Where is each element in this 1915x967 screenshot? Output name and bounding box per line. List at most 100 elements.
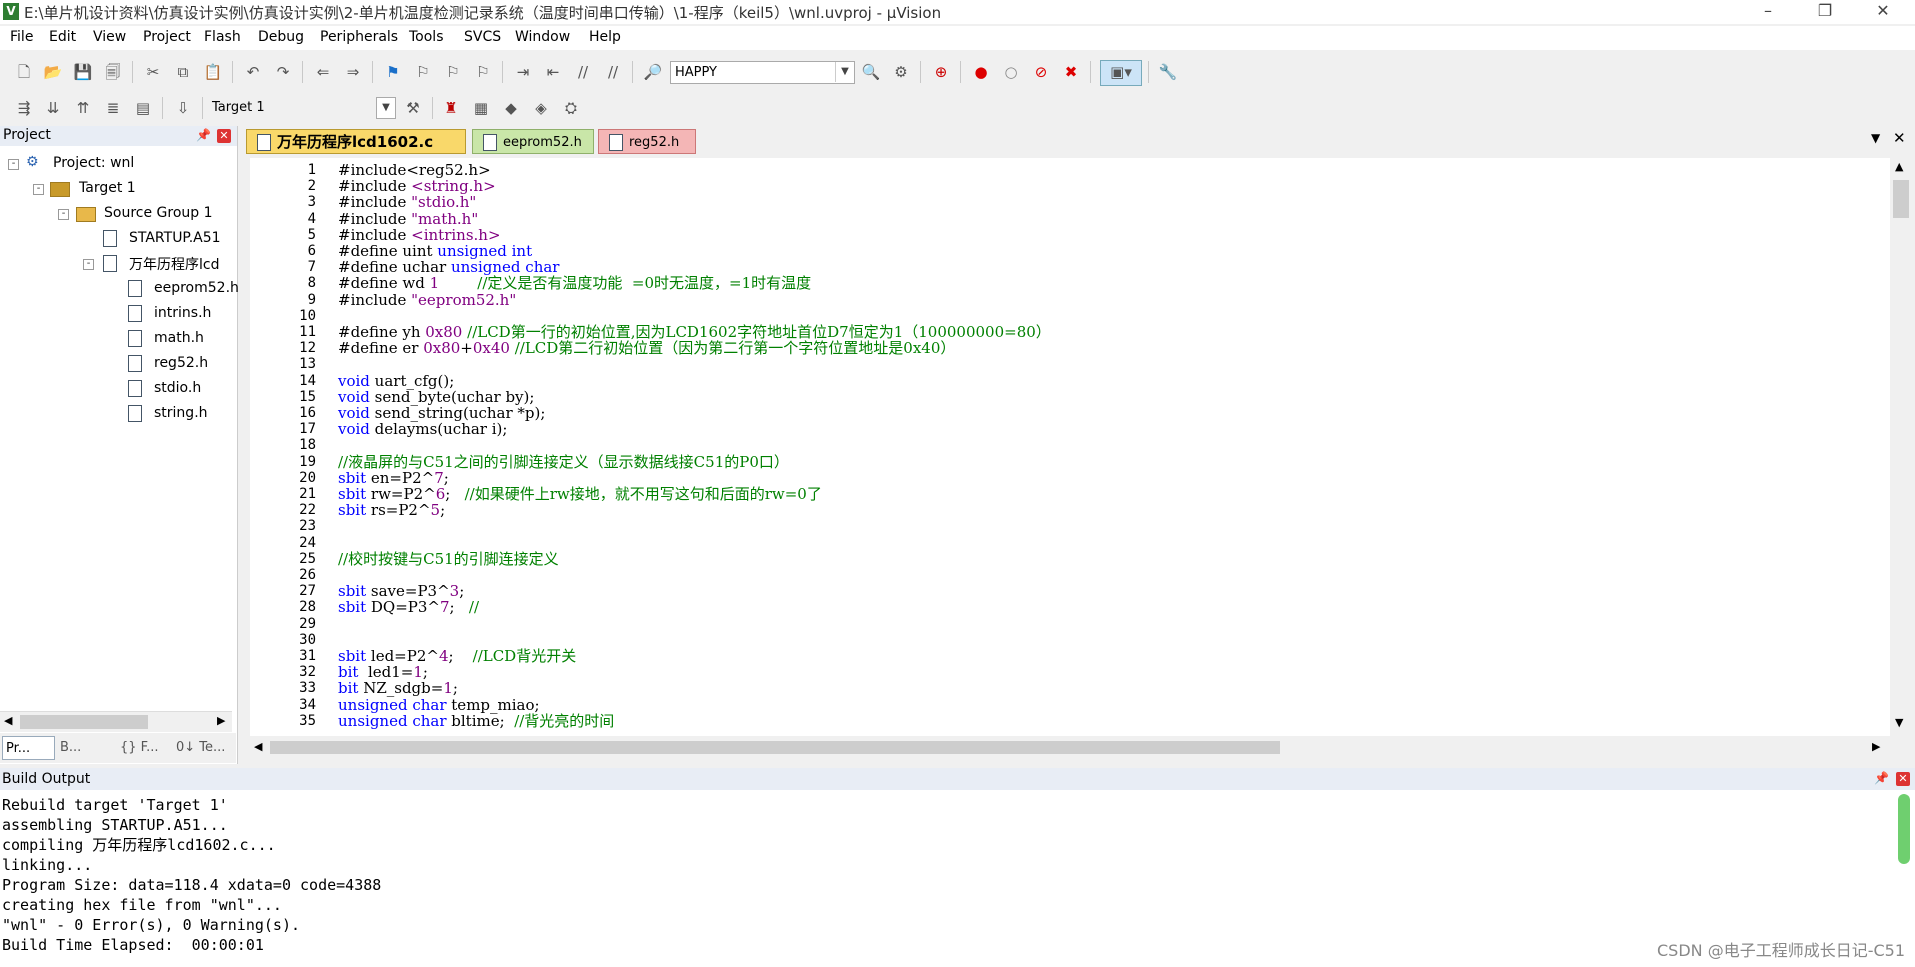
pack-installer-icon[interactable]: ⛭: [560, 97, 582, 119]
window-layout-icon[interactable]: ▣▾: [1100, 60, 1142, 86]
minimize-button[interactable]: –: [1745, 0, 1791, 24]
copy-icon[interactable]: ⧉: [172, 61, 194, 83]
code-line[interactable]: bit NZ_sdgb=1;: [338, 680, 458, 696]
undo-icon[interactable]: ↶: [242, 61, 264, 83]
manage-components-icon[interactable]: ◈: [530, 97, 552, 119]
tree-item-project[interactable]: Project: wnl: [53, 155, 134, 171]
code-line[interactable]: void send_string(uchar *p);: [338, 405, 545, 421]
code-line[interactable]: sbit en=P2^7;: [338, 470, 449, 486]
build-icon[interactable]: ⇊: [42, 97, 64, 119]
close-button[interactable]: ✕: [1860, 0, 1906, 24]
scroll-thumb[interactable]: [20, 715, 148, 729]
navigate-forward-icon[interactable]: ⇒: [342, 61, 364, 83]
chevron-down-icon[interactable]: ▼: [835, 62, 854, 82]
manage-rte-icon[interactable]: ◆: [500, 97, 522, 119]
menu-peripherals[interactable]: Peripherals: [320, 29, 398, 45]
save-icon[interactable]: 💾: [72, 61, 94, 83]
batch-build-icon[interactable]: ≣: [102, 97, 124, 119]
indent-icon[interactable]: ⇥: [512, 61, 534, 83]
code-line[interactable]: sbit led=P2^4; //LCD背光开关: [338, 648, 576, 664]
find-icon[interactable]: 🔍: [860, 61, 882, 83]
tree-item-source-group[interactable]: Source Group 1: [104, 205, 213, 221]
editor-vscrollbar[interactable]: ▲ ▼: [1890, 158, 1912, 736]
translate-icon[interactable]: ⇶: [13, 97, 35, 119]
debug-session-icon[interactable]: ⊕: [930, 61, 952, 83]
menu-file[interactable]: File: [10, 29, 33, 45]
code-line[interactable]: #include<reg52.h>: [338, 162, 491, 178]
tree-item-file[interactable]: reg52.h: [154, 355, 208, 371]
code-line[interactable]: void send_byte(uchar by);: [338, 389, 534, 405]
clear-bookmarks-icon[interactable]: ⚐: [472, 61, 494, 83]
scroll-down-icon[interactable]: ▼: [1895, 716, 1903, 729]
editor-hscrollbar[interactable]: ◀ ▶: [250, 737, 1890, 757]
code-line[interactable]: #define uchar unsigned char: [338, 259, 559, 275]
scroll-thumb[interactable]: [1893, 180, 1909, 218]
code-line[interactable]: #include "eeprom52.h": [338, 292, 516, 308]
tab-eeprom52-h[interactable]: eeprom52.h: [472, 129, 594, 154]
build-output-panel[interactable]: Rebuild target 'Target 1' assembling STA…: [0, 790, 1915, 967]
tab-templates[interactable]: 0↓ Te...: [176, 740, 225, 755]
tab-books[interactable]: B...: [60, 740, 81, 755]
code-line[interactable]: #include <string.h>: [338, 178, 496, 194]
enable-breakpoint-icon[interactable]: ○: [1000, 61, 1022, 83]
bookmark-icon[interactable]: ⚑: [382, 61, 404, 83]
tree-item-file[interactable]: intrins.h: [154, 305, 211, 321]
download-icon[interactable]: ⇩: [172, 97, 194, 119]
manage-project-items-icon[interactable]: ♜: [440, 97, 462, 119]
tree-item-file[interactable]: stdio.h: [154, 380, 201, 396]
code-line[interactable]: void delayms(uchar i);: [338, 421, 507, 437]
pin-icon[interactable]: 📌: [196, 128, 211, 142]
scroll-right-icon[interactable]: ▶: [1872, 740, 1880, 753]
prev-bookmark-icon[interactable]: ⚐: [412, 61, 434, 83]
scroll-left-icon[interactable]: ◀: [4, 714, 12, 727]
redo-icon[interactable]: ↷: [272, 61, 294, 83]
code-line[interactable]: //校时按键与C51的引脚连接定义: [338, 551, 559, 567]
chevron-down-icon[interactable]: ▼: [376, 97, 396, 119]
code-line[interactable]: #define yh 0x80 //LCD第一行的初始位置,因为LCD1602字…: [338, 324, 1051, 340]
tab-main-source[interactable]: 万年历程序lcd1602.c: [246, 129, 466, 154]
code-line[interactable]: #define uint unsigned int: [338, 243, 532, 259]
code-line[interactable]: sbit rs=P2^5;: [338, 502, 445, 518]
unindent-icon[interactable]: ⇤: [542, 61, 564, 83]
select-packs-icon[interactable]: ▦: [470, 97, 492, 119]
paste-icon[interactable]: 📋: [202, 61, 224, 83]
target-combo[interactable]: Target 1 ▼: [208, 97, 396, 120]
navigate-back-icon[interactable]: ⇐: [312, 61, 334, 83]
tree-item-file[interactable]: string.h: [154, 405, 208, 421]
menu-help[interactable]: Help: [589, 29, 621, 45]
tab-reg52-h[interactable]: reg52.h: [598, 129, 696, 154]
collapse-icon[interactable]: -: [8, 159, 19, 170]
kill-breakpoints-icon[interactable]: ✖: [1060, 61, 1082, 83]
code-line[interactable]: sbit save=P3^3;: [338, 583, 464, 599]
tree-item-file[interactable]: STARTUP.A51: [129, 230, 221, 246]
close-tab-icon[interactable]: ✕: [1893, 129, 1906, 147]
tab-project[interactable]: Pr...: [2, 736, 55, 760]
uncomment-icon[interactable]: //: [602, 61, 624, 83]
disable-breakpoints-icon[interactable]: ⊘: [1030, 61, 1052, 83]
configure-icon[interactable]: 🔧: [1157, 61, 1179, 83]
code-line[interactable]: #include "stdio.h": [338, 194, 476, 210]
tab-functions[interactable]: {} F...: [120, 740, 158, 755]
save-all-icon[interactable]: 🗐: [102, 61, 124, 83]
tree-item-file[interactable]: eeprom52.h: [154, 280, 239, 296]
incremental-find-icon[interactable]: ⚙: [890, 61, 912, 83]
code-line[interactable]: sbit rw=P2^6; //如果硬件上rw接地，就不用写这句和后面的rw=0…: [338, 486, 822, 502]
scroll-left-icon[interactable]: ◀: [254, 740, 262, 753]
menu-view[interactable]: View: [93, 29, 126, 45]
menu-svcs[interactable]: SVCS: [464, 29, 501, 45]
target-options-icon[interactable]: ⚒: [402, 97, 424, 119]
menu-flash[interactable]: Flash: [204, 29, 241, 45]
find-combo[interactable]: HAPPY ▼: [670, 61, 855, 84]
comment-icon[interactable]: //: [572, 61, 594, 83]
code-line[interactable]: sbit DQ=P3^7; //: [338, 599, 479, 615]
tab-list-icon[interactable]: ▼: [1871, 131, 1880, 145]
next-bookmark-icon[interactable]: ⚐: [442, 61, 464, 83]
tree-item-target[interactable]: Target 1: [79, 180, 136, 196]
scroll-thumb[interactable]: [270, 741, 1280, 754]
insert-breakpoint-icon[interactable]: ●: [970, 61, 992, 83]
code-line[interactable]: #include <intrins.h>: [338, 227, 501, 243]
open-file-icon[interactable]: 📂: [42, 61, 64, 83]
code-line[interactable]: #define er 0x80+0x40 //LCD第二行初始位置（因为第二行第…: [338, 340, 955, 356]
find-in-files-icon[interactable]: 🔎: [642, 61, 664, 83]
menu-debug[interactable]: Debug: [258, 29, 304, 45]
